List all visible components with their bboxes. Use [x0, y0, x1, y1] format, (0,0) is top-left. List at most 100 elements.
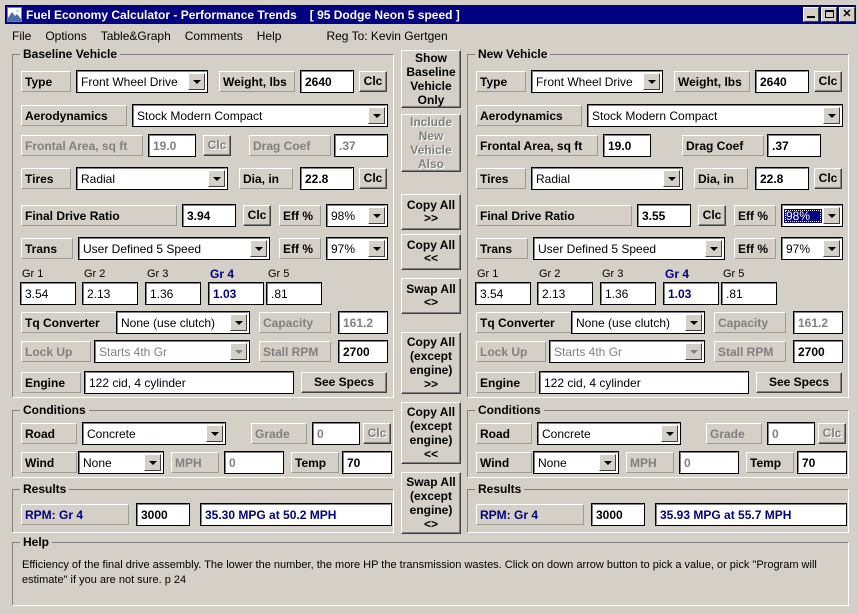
new-mph-input[interactable]: 0	[679, 451, 739, 474]
menu-item-comments[interactable]: Comments	[178, 28, 250, 44]
new-dia-clc-button[interactable]: Clc	[814, 168, 842, 189]
chevron-down-icon[interactable]	[823, 240, 840, 257]
swap-all-button[interactable]: Swap All <>	[401, 278, 461, 314]
copy-all-except-engine-back-button[interactable]: Copy All (except engine) <<	[401, 402, 461, 464]
new-final-drive-ratio-input[interactable]: 3.55	[637, 204, 691, 227]
new-trans-combo[interactable]: User Defined 5 Speed	[533, 237, 725, 260]
new-weight-input[interactable]: 2640	[755, 70, 809, 93]
new-engine-input[interactable]: 122 cid, 4 cylinder	[539, 371, 749, 394]
new-weight-clc-button[interactable]: Clc	[814, 71, 842, 92]
baseline-dia-clc-button[interactable]: Clc	[359, 168, 387, 189]
show-baseline-vehicle-only-button[interactable]: Show Baseline Vehicle Only	[401, 50, 461, 108]
baseline-wind-combo[interactable]: None	[78, 451, 164, 474]
minimize-button[interactable]	[803, 7, 819, 22]
new-stall-rpm-input[interactable]: 2700	[793, 340, 843, 363]
baseline-drag-coef-input[interactable]: .37	[334, 134, 388, 157]
copy-all-back-button[interactable]: Copy All <<	[401, 234, 461, 270]
new-tq-converter-combo[interactable]: None (use clutch)	[571, 311, 705, 334]
baseline-road-combo[interactable]: Concrete	[82, 422, 226, 445]
baseline-temp-input[interactable]: 70	[342, 451, 392, 474]
chevron-down-icon[interactable]	[705, 240, 722, 257]
chevron-down-icon[interactable]	[368, 240, 385, 257]
new-wind-combo[interactable]: None	[533, 451, 619, 474]
menu-item-help[interactable]: Help	[250, 28, 289, 44]
new-gear-input-4[interactable]: 1.03	[663, 282, 719, 305]
baseline-mph-input[interactable]: 0	[224, 451, 284, 474]
swap-all-except-engine-button[interactable]: Swap All (except engine) <>	[401, 472, 461, 534]
baseline-see-specs-button[interactable]: See Specs	[301, 372, 387, 393]
baseline-aerodynamics-combo[interactable]: Stock Modern Compact	[132, 104, 388, 127]
new-grade-input[interactable]: 0	[767, 422, 815, 445]
new-see-specs-button[interactable]: See Specs	[756, 372, 842, 393]
baseline-frontal-area-clc-button[interactable]: Clc	[203, 135, 231, 156]
baseline-weight-clc-button[interactable]: Clc	[359, 71, 387, 92]
new-lockup-combo[interactable]: Starts 4th Gr	[549, 340, 705, 363]
baseline-trans-combo[interactable]: User Defined 5 Speed	[78, 237, 270, 260]
baseline-dia-input[interactable]: 22.8	[300, 167, 354, 190]
new-fdr-eff-combo[interactable]: 98%	[781, 204, 843, 227]
baseline-grade-clc-button[interactable]: Clc	[363, 423, 391, 444]
close-button[interactable]: ✕	[839, 7, 855, 22]
copy-all-forward-button[interactable]: Copy All >>	[401, 194, 461, 230]
baseline-grade-input[interactable]: 0	[312, 422, 360, 445]
new-aerodynamics-combo[interactable]: Stock Modern Compact	[587, 104, 843, 127]
new-trans-eff-combo[interactable]: 97%	[781, 237, 843, 260]
chevron-down-icon[interactable]	[823, 107, 840, 124]
chevron-down-icon[interactable]	[685, 343, 702, 360]
chevron-down-icon[interactable]	[661, 425, 678, 442]
baseline-trans-eff-combo[interactable]: 97%	[326, 237, 388, 260]
chevron-down-icon[interactable]	[188, 73, 205, 90]
chevron-down-icon[interactable]	[144, 454, 161, 471]
baseline-tq-converter-combo[interactable]: None (use clutch)	[116, 311, 250, 334]
chevron-down-icon[interactable]	[685, 314, 702, 331]
new-gear-input-1[interactable]: 3.54	[475, 282, 531, 305]
baseline-stall-rpm-input[interactable]: 2700	[338, 340, 388, 363]
new-grade-clc-button[interactable]: Clc	[818, 423, 846, 444]
baseline-type-combo[interactable]: Front Wheel Drive	[76, 70, 208, 93]
copy-all-except-engine-forward-button[interactable]: Copy All (except engine) >>	[401, 332, 461, 394]
new-gear-input-2[interactable]: 2.13	[537, 282, 593, 305]
baseline-gear-input-2[interactable]: 2.13	[82, 282, 138, 305]
new-gear-input-5[interactable]: .81	[721, 282, 777, 305]
chevron-down-icon[interactable]	[599, 454, 616, 471]
baseline-capacity-input[interactable]: 161.2	[338, 311, 388, 334]
new-rpm-input[interactable]: 3000	[591, 503, 645, 526]
chevron-down-icon[interactable]	[368, 207, 385, 224]
chevron-down-icon[interactable]	[368, 107, 385, 124]
chevron-down-icon[interactable]	[208, 170, 225, 187]
menu-item-file[interactable]: File	[5, 28, 38, 44]
baseline-gear-input-3[interactable]: 1.36	[145, 282, 201, 305]
menu-item-table-graph[interactable]: Table&Graph	[94, 28, 178, 44]
chevron-down-icon[interactable]	[250, 240, 267, 257]
baseline-final-drive-ratio-input[interactable]: 3.94	[182, 204, 236, 227]
baseline-frontal-area-input[interactable]: 19.0	[148, 134, 196, 157]
include-new-vehicle-also-button[interactable]: Include New Vehicle Also	[401, 114, 461, 172]
new-drag-coef-input[interactable]: .37	[767, 134, 821, 157]
new-final-drive-ratio-clc-button[interactable]: Clc	[698, 205, 726, 226]
baseline-weight-input[interactable]: 2640	[300, 70, 354, 93]
baseline-engine-input[interactable]: 122 cid, 4 cylinder	[84, 371, 294, 394]
baseline-gear-input-5[interactable]: .81	[266, 282, 322, 305]
maximize-button[interactable]	[821, 7, 837, 22]
chevron-down-icon[interactable]	[230, 343, 247, 360]
chevron-down-icon[interactable]	[663, 170, 680, 187]
chevron-down-icon[interactable]	[823, 207, 840, 224]
chevron-down-icon[interactable]	[643, 73, 660, 90]
baseline-lockup-combo[interactable]: Starts 4th Gr	[94, 340, 250, 363]
baseline-fdr-eff-combo[interactable]: 98%	[326, 204, 388, 227]
baseline-final-drive-ratio-clc-button[interactable]: Clc	[243, 205, 271, 226]
new-gear-input-3[interactable]: 1.36	[600, 282, 656, 305]
chevron-down-icon[interactable]	[230, 314, 247, 331]
baseline-gear-input-1[interactable]: 3.54	[20, 282, 76, 305]
baseline-rpm-input[interactable]: 3000	[136, 503, 190, 526]
new-type-combo[interactable]: Front Wheel Drive	[531, 70, 663, 93]
baseline-gear-input-4[interactable]: 1.03	[208, 282, 264, 305]
new-tires-combo[interactable]: Radial	[531, 167, 683, 190]
chevron-down-icon[interactable]	[206, 425, 223, 442]
new-road-combo[interactable]: Concrete	[537, 422, 681, 445]
baseline-tires-combo[interactable]: Radial	[76, 167, 228, 190]
new-dia-input[interactable]: 22.8	[755, 167, 809, 190]
new-temp-input[interactable]: 70	[797, 451, 847, 474]
menu-item-options[interactable]: Options	[38, 28, 93, 44]
new-capacity-input[interactable]: 161.2	[793, 311, 843, 334]
